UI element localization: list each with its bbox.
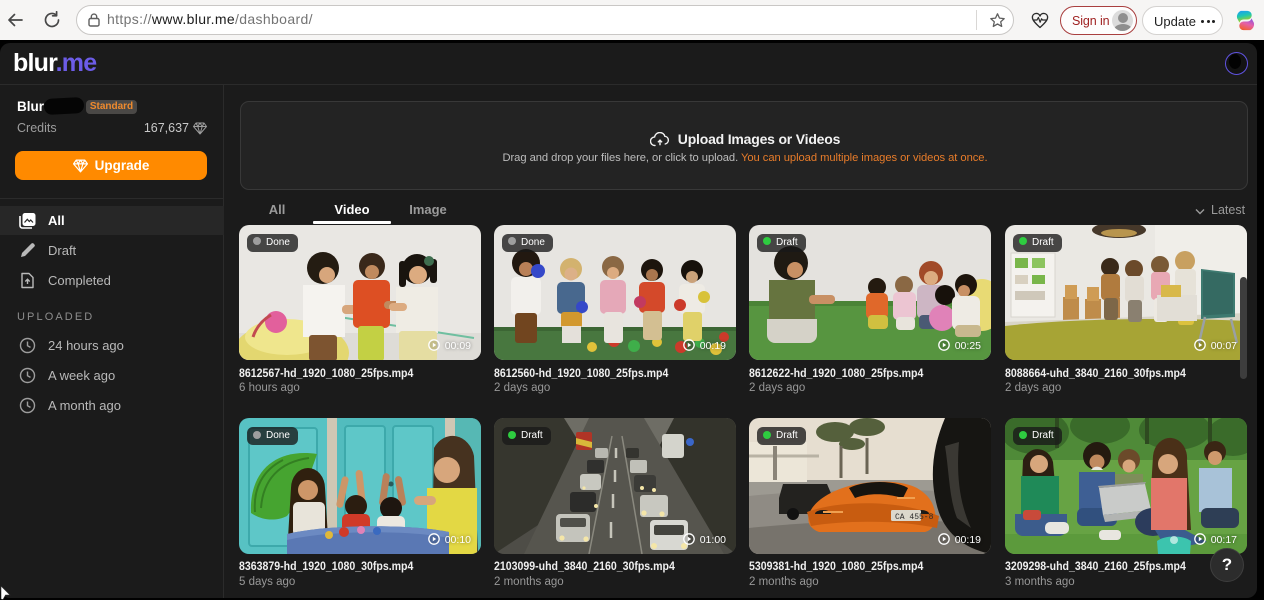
svg-text:CA 455-8: CA 455-8: [895, 513, 934, 522]
